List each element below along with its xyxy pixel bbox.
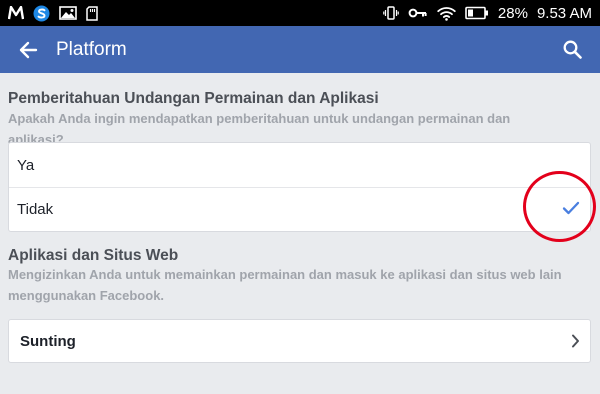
battery-percent: 28%	[497, 4, 528, 22]
sd-card-icon	[86, 5, 98, 21]
status-bar: 28% 9.53 AM	[0, 0, 600, 26]
clock: 9.53 AM	[536, 4, 592, 22]
status-right: 28% 9.53 AM	[383, 5, 592, 22]
arrow-left-icon	[19, 41, 38, 58]
option-ya[interactable]: Ya	[9, 143, 590, 187]
apps-section-title: Aplikasi dan Situs Web	[8, 247, 179, 264]
option-tidak[interactable]: Tidak	[9, 187, 590, 231]
battery-icon	[465, 6, 489, 20]
wifi-icon	[437, 6, 456, 21]
notifications-section-title: Pemberitahuan Undangan Permainan dan Apl…	[8, 90, 379, 107]
s-app-icon	[33, 5, 50, 22]
option-label: Ya	[17, 156, 35, 174]
chevron-right-icon	[572, 334, 579, 348]
key-icon	[408, 7, 428, 19]
app-bar: Platform	[0, 26, 600, 73]
gallery-icon	[59, 6, 77, 20]
search-icon	[563, 40, 582, 59]
search-button[interactable]	[544, 26, 600, 73]
back-button[interactable]	[0, 26, 56, 73]
notification-options-card: Ya Tidak	[8, 142, 591, 232]
edit-label: Sunting	[20, 332, 76, 350]
edit-button[interactable]: Sunting	[9, 320, 590, 362]
option-label: Tidak	[17, 201, 54, 218]
vibrate-icon	[383, 5, 399, 21]
edit-card: Sunting	[8, 319, 591, 363]
status-left	[8, 5, 98, 22]
annotation-circle	[523, 171, 596, 242]
m-app-icon	[8, 6, 24, 20]
apps-section-description: Mengizinkan Anda untuk memainkan permain…	[8, 267, 562, 303]
page-title: Platform	[56, 38, 127, 60]
